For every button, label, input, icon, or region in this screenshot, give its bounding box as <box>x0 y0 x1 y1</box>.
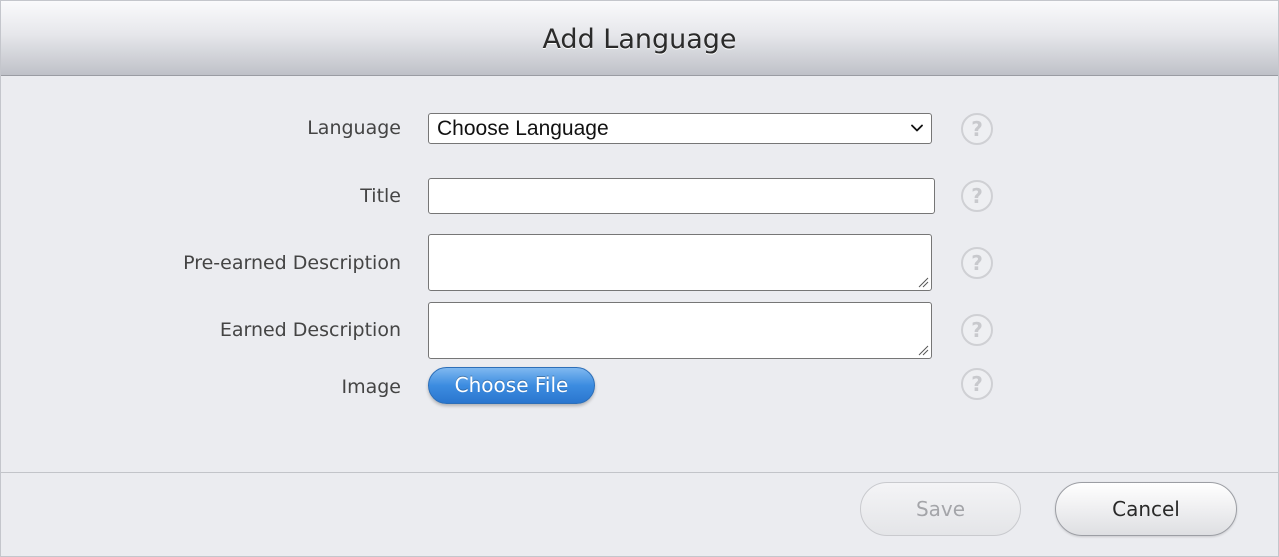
earned-description-textarea[interactable] <box>428 302 932 359</box>
language-select-value: Choose Language <box>437 117 609 140</box>
title-help-icon[interactable]: ? <box>961 180 993 212</box>
save-button[interactable]: Save <box>860 482 1021 536</box>
dialog-title: Add Language <box>542 24 737 55</box>
title-label: Title <box>360 185 401 207</box>
title-input[interactable] <box>428 178 935 214</box>
cancel-button[interactable]: Cancel <box>1055 482 1237 536</box>
chevron-down-icon <box>911 124 923 132</box>
pre-earned-help-icon[interactable]: ? <box>961 247 993 279</box>
footer-divider <box>1 472 1278 473</box>
add-language-dialog: Add Language Language Choose Language ? … <box>0 0 1279 557</box>
language-select[interactable]: Choose Language <box>428 113 932 144</box>
resize-handle-icon[interactable] <box>917 344 929 356</box>
pre-earned-description-label: Pre-earned Description <box>183 252 401 274</box>
language-label: Language <box>307 117 401 139</box>
image-help-icon[interactable]: ? <box>961 368 993 400</box>
dialog-header: Add Language <box>1 1 1278 76</box>
choose-file-button[interactable]: Choose File <box>428 367 595 404</box>
resize-handle-icon[interactable] <box>917 276 929 288</box>
earned-description-label: Earned Description <box>219 319 401 341</box>
earned-help-icon[interactable]: ? <box>961 314 993 346</box>
pre-earned-description-textarea[interactable] <box>428 234 932 291</box>
image-label: Image <box>341 376 401 398</box>
language-help-icon[interactable]: ? <box>961 113 993 145</box>
